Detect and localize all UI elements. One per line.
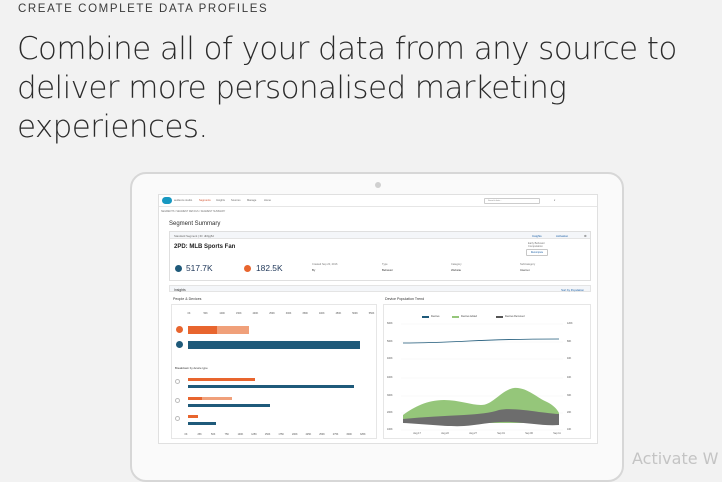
top-axis-tick: 350K bbox=[302, 312, 308, 315]
top-axis-tick: 300K bbox=[285, 312, 292, 315]
bottom-axis-tick: 225K bbox=[305, 433, 312, 436]
camera-dot bbox=[375, 182, 381, 188]
top-axis-tick: 0K bbox=[187, 312, 191, 315]
headline-line-1: Combine all of your data from any source… bbox=[17, 31, 677, 67]
trend-x-tick: Sep 06 bbox=[525, 432, 533, 435]
eyebrow-label: CREATE COMPLETE DATA PROFILES bbox=[18, 3, 269, 15]
trend-x-tick: Sep 11 bbox=[553, 432, 561, 435]
bottom-axis-tick: 150K bbox=[264, 433, 271, 436]
bottom-axis-tick: 0K bbox=[184, 433, 188, 436]
devices-line bbox=[402, 338, 560, 344]
bottom-axis-tick: 25K bbox=[197, 433, 202, 436]
trend-x-tick: Aug 22 bbox=[441, 432, 449, 435]
bottom-axis-tick: 300K bbox=[346, 433, 352, 436]
bottom-axis-tick: 325K bbox=[360, 433, 366, 436]
top-axis-tick: 250K bbox=[269, 312, 275, 315]
bottom-axis-tick: 175K bbox=[278, 433, 284, 436]
top-axis-tick: 200K bbox=[252, 312, 259, 315]
bottom-axis-tick: 200K bbox=[292, 433, 298, 436]
bottom-axis-tick: 250K bbox=[319, 433, 325, 436]
hero-headline: Combine all of your data from any source… bbox=[17, 30, 722, 147]
bottom-axis-tick: 100K bbox=[237, 433, 244, 436]
bottom-axis-tick: 275K bbox=[332, 433, 339, 436]
top-axis-tick: 50K bbox=[203, 312, 208, 315]
top-axis-tick: 150K bbox=[236, 312, 242, 315]
trend-x-tick: Sep 01 bbox=[497, 432, 505, 435]
top-axis-tick: 500K bbox=[352, 312, 358, 315]
trend-chart-svg bbox=[401, 323, 563, 431]
bottom-axis-tick: 50K bbox=[211, 433, 216, 436]
top-axis-tick: 550K bbox=[368, 312, 375, 315]
trend-x-tick: Aug 27 bbox=[469, 432, 477, 435]
top-axis-tick: 450K bbox=[335, 312, 342, 315]
top-axis-tick: 100K bbox=[219, 312, 225, 315]
headline-line-2: deliver more personalised marketing expe… bbox=[17, 70, 567, 145]
trend-x-tick: Aug 17 bbox=[413, 432, 421, 435]
bottom-axis-tick: 125K bbox=[251, 433, 257, 436]
app-screenshot: audience studio Segments Insights Source… bbox=[158, 194, 598, 444]
bottom-axis-tick: 75K bbox=[224, 433, 229, 436]
top-axis-tick: 400K bbox=[319, 312, 325, 315]
activate-windows-watermark: Activate W bbox=[632, 449, 719, 468]
